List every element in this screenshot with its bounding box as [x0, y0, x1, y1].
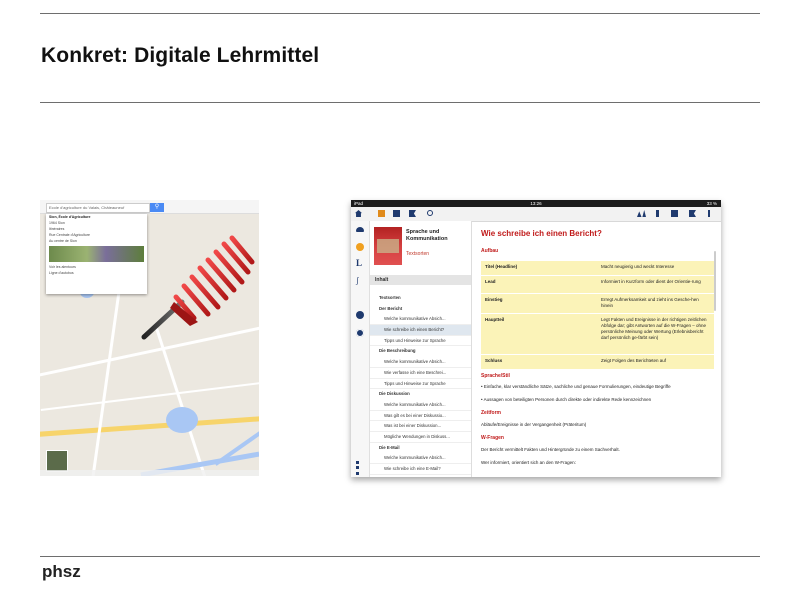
map-place-panel: Sion, École d'Agriculture 1964 Sion Itin… [46, 214, 147, 294]
toc-section[interactable]: Die E-Mail [370, 443, 471, 454]
table-cell-key: Titel (Headline) [485, 264, 518, 269]
table-cell-value: Legt Fakten und Ereignisse in der richti… [601, 317, 707, 340]
aufbau-heading: Aufbau [481, 248, 499, 254]
ipad-screenshot: iPad 13:26 33 % L ʃ Sprache und Kommunik… [351, 200, 721, 477]
slide-title: Konkret: Digitale Lehrmittel [41, 44, 320, 67]
content-scrollbar[interactable] [714, 251, 716, 311]
panel-photo [49, 246, 144, 262]
menu-bar-icon[interactable] [708, 210, 710, 217]
table-cell-key: Hauptteil [485, 317, 505, 322]
note-icon[interactable] [671, 210, 678, 217]
table-row: Lead Informiert in Kurzform oder dient d… [481, 276, 714, 294]
toc-section[interactable]: Die Diskussion [370, 389, 471, 400]
map-satellite-toggle[interactable] [46, 450, 68, 472]
table-row: Titel (Headline) Macht neugierig und wec… [481, 261, 714, 276]
table-cell-key: Lead [485, 279, 496, 284]
annotation-flag-icon[interactable] [689, 210, 696, 217]
tense-text: Abläufe/Ereignisse in der Vergangenheit … [481, 422, 587, 427]
toc-list: Textsorten Der Bericht Welche kommunikativ… [370, 293, 471, 475]
settings-gear-icon[interactable] [356, 329, 364, 337]
toc-section[interactable]: Der Bericht [370, 304, 471, 315]
lesson-heading: Wie schreibe ich einen Bericht? [481, 229, 602, 238]
toc-section[interactable]: Textsorten [370, 293, 471, 304]
cloud-icon[interactable] [356, 227, 364, 232]
style-bullet: • Einfache, klar verständliche Sätze, sa… [481, 384, 671, 389]
toc-item[interactable]: Tipps und Hinweise zur Sprache [370, 379, 471, 390]
palette-icon[interactable] [356, 243, 364, 251]
wfragen-heading: W-Fragen [481, 435, 504, 441]
toc-item[interactable]: Mögliche Wendungen in Diskuss... [370, 432, 471, 443]
table-cell-key: Schluss [485, 358, 503, 363]
book-cover [374, 227, 402, 265]
toc-sidebar: Sprache und Kommunikation Textsorten Inh… [370, 221, 472, 477]
map-search-input[interactable]: Ecole d'agriculture du Valais, Châteaune… [46, 203, 150, 213]
l-icon[interactable]: L [356, 259, 364, 268]
book-subtitle: Textsorten [406, 251, 430, 257]
table-cell-value: Erregt Aufmerksamkeit und zieht ins Gesc… [601, 297, 699, 308]
more-dots-icon[interactable] [356, 461, 362, 475]
left-tool-rail: L ʃ [351, 221, 370, 477]
map-road [40, 380, 259, 412]
panel-line: Au centre de Sion [49, 239, 77, 243]
tense-heading: Zeitform [481, 410, 501, 416]
toc-item[interactable]: Was gilt es bei einer Diskussio... [370, 411, 471, 422]
globe-icon[interactable] [356, 311, 364, 319]
table-cell-value: Zeigt Folgen des Berichteten auf [601, 358, 667, 363]
toc-section[interactable]: Die Beschreibung [370, 346, 471, 357]
structure-table: Titel (Headline) Macht neugierig und wec… [481, 261, 714, 370]
toc-item[interactable]: Wie schreibe ich einen Bericht? [370, 325, 471, 336]
reader-toolbar [351, 207, 721, 222]
style-heading: Sprache/Stil [481, 373, 510, 379]
table-row: Hauptteil Legt Fakten und Ereignisse in … [481, 314, 714, 355]
lesson-content: Wie schreibe ich einen Bericht? Aufbau T… [477, 221, 717, 477]
table-cell-value: Informiert in Kurzform oder dient der Or… [601, 279, 701, 284]
highlight-icon[interactable] [656, 210, 659, 217]
toc-item[interactable]: Wie verfasse ich eine Beschrei... [370, 368, 471, 379]
battery-level: 33 % [706, 201, 717, 206]
table-row: Einstieg Erregt Aufmerksamkeit und zieht… [481, 294, 714, 314]
footer-rule [40, 556, 760, 557]
footer-logo: phsz [42, 562, 81, 581]
s-icon[interactable]: ʃ [356, 277, 364, 285]
status-time: 13:26 [530, 201, 542, 206]
map-lake [166, 407, 198, 433]
toc-item[interactable]: Was ist bei einer Diskussion... [370, 421, 471, 432]
style-bullet: • Aussagen von beteiligten Personen durc… [481, 397, 652, 402]
font-size-icon[interactable] [637, 210, 646, 217]
toc-header[interactable]: Inhalt [370, 275, 471, 285]
title-underline-rule [40, 102, 760, 103]
search-icon[interactable] [427, 210, 433, 216]
document-icon[interactable] [393, 210, 400, 217]
home-icon[interactable] [355, 210, 362, 217]
flag-icon[interactable] [409, 210, 416, 217]
toc-item[interactable]: Welche kommunikative Absich... [370, 314, 471, 326]
panel-line: Ligne d'autobus [49, 271, 74, 275]
wfragen-text: Wer informiert, orientiert sich an den W… [481, 460, 576, 465]
table-cell-key: Einstieg [485, 297, 503, 302]
wfragen-text: Der Bericht vermittelt Fakten und Hinter… [481, 447, 620, 452]
map-footer-bar [40, 470, 259, 476]
table-row: Schluss Zeigt Folgen des Berichteten auf [481, 355, 714, 370]
map-road [40, 415, 259, 438]
ios-status-bar: iPad 13:26 33 % [351, 200, 721, 207]
map-search-button[interactable]: ⚲ [150, 203, 164, 212]
toc-item[interactable]: Welche kommunikative Absich... [370, 400, 471, 411]
toc-item[interactable]: Welche kommunikative Absich... [370, 453, 471, 464]
top-rule [40, 13, 760, 14]
toc-item[interactable]: Welche kommunikative Absich... [370, 357, 471, 368]
book-title: Sprache und Kommunikation [406, 229, 448, 242]
pushpin-icon [141, 235, 255, 340]
table-cell-value: Macht neugierig und weckt Interesse [601, 264, 675, 269]
toc-item[interactable]: Wie schreibe ich eine E-Mail? [370, 464, 471, 475]
toc-item[interactable]: Tipps und Hinweise zur Sprache [370, 336, 471, 347]
bookmark-icon[interactable] [378, 210, 385, 217]
